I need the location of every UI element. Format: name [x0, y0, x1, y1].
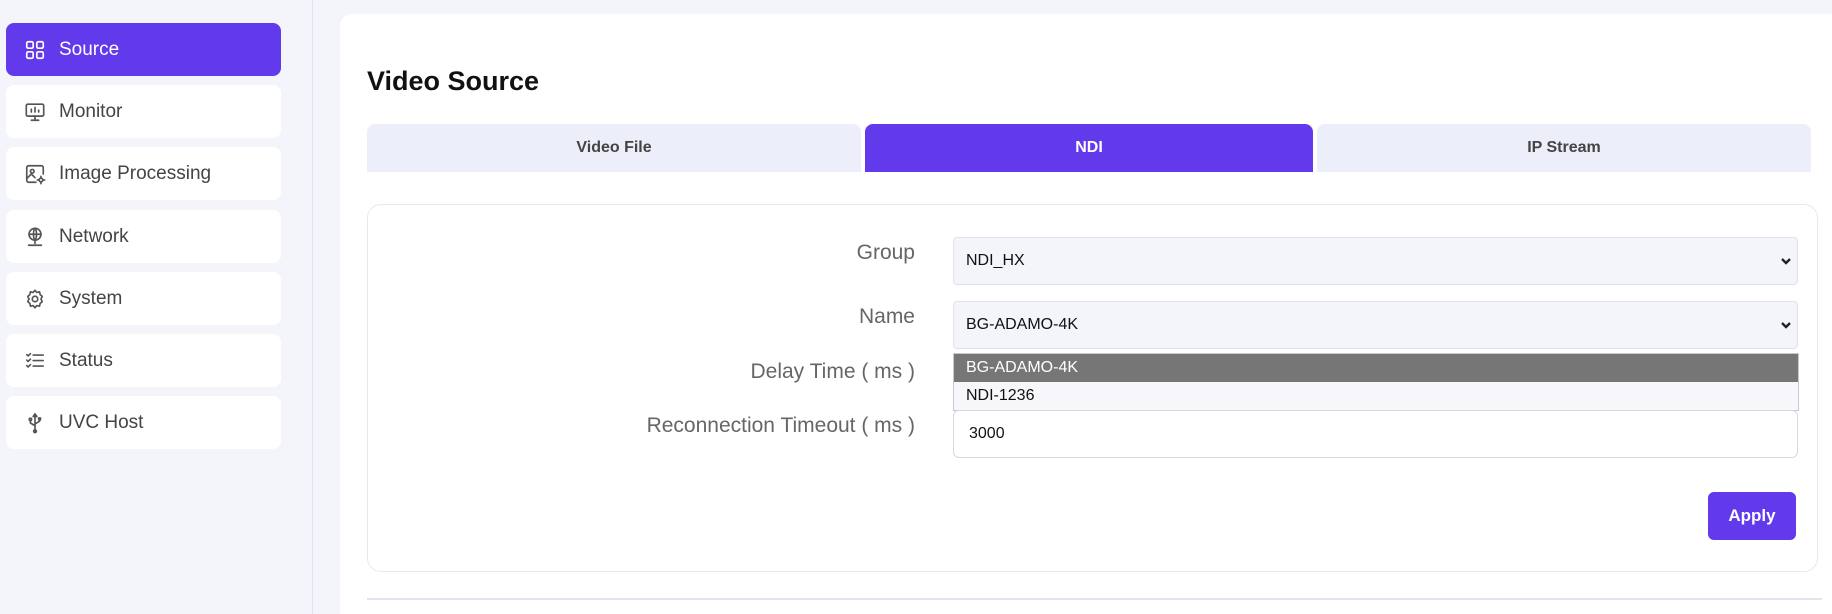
dropdown-option[interactable]: NDI-1236 [954, 382, 1798, 410]
ndi-settings-panel: Group NDI_HX Name BG-ADAMO-4K BG-ADAMO-4… [367, 204, 1818, 572]
apply-button[interactable]: Apply [1708, 492, 1796, 540]
name-select-value: BG-ADAMO-4K [966, 316, 1079, 333]
image-settings-icon [24, 163, 46, 185]
name-dropdown-list: BG-ADAMO-4K NDI-1236 [953, 353, 1799, 411]
sidebar-item-label: Status [59, 349, 113, 371]
gear-icon [24, 288, 46, 310]
tab-ip-stream[interactable]: IP Stream [1317, 124, 1811, 172]
sidebar-item-status[interactable]: Status [6, 334, 281, 387]
checklist-icon [24, 350, 46, 372]
reconnection-timeout-input[interactable]: 3000 [953, 410, 1798, 458]
reconnection-timeout-value: 3000 [969, 425, 1005, 442]
sidebar-item-system[interactable]: System [6, 272, 281, 325]
chevron-down-icon [1779, 254, 1793, 268]
sidebar: Source Monitor Image Processing Network … [0, 0, 313, 614]
sidebar-item-label: Source [59, 38, 120, 60]
usb-icon [24, 412, 46, 434]
name-label: Name [858, 305, 915, 328]
page-title: Video Source [367, 66, 540, 96]
sidebar-item-monitor[interactable]: Monitor [6, 85, 281, 138]
sidebar-item-label: Monitor [59, 100, 123, 122]
sidebar-item-source[interactable]: Source [6, 23, 281, 76]
sidebar-item-label: System [59, 287, 123, 309]
divider [367, 598, 1822, 600]
chevron-down-icon [1779, 318, 1793, 332]
group-select[interactable]: NDI_HX [953, 237, 1798, 285]
grid-icon [24, 39, 46, 61]
reconnection-timeout-label: Reconnection Timeout ( ms ) [646, 414, 915, 437]
sidebar-item-image-processing[interactable]: Image Processing [6, 147, 281, 200]
sidebar-item-label: UVC Host [59, 411, 144, 433]
name-select[interactable]: BG-ADAMO-4K [953, 301, 1798, 349]
monitor-icon [24, 101, 46, 123]
tab-ndi[interactable]: NDI [865, 124, 1313, 172]
group-select-value: NDI_HX [966, 252, 1025, 269]
dropdown-option[interactable]: BG-ADAMO-4K [954, 354, 1798, 382]
sidebar-item-network[interactable]: Network [6, 210, 281, 263]
sidebar-item-label: Network [59, 225, 129, 247]
group-label: Group [856, 241, 915, 264]
sidebar-item-label: Image Processing [59, 162, 212, 184]
sidebar-item-uvc-host[interactable]: UVC Host [6, 396, 281, 449]
delay-time-label: Delay Time ( ms ) [750, 360, 915, 383]
tab-video-file[interactable]: Video File [367, 124, 861, 172]
globe-network-icon [24, 226, 46, 248]
main-card: Video Source Video File NDI IP Stream Gr… [340, 14, 1832, 614]
source-tabs: Video File NDI IP Stream [367, 124, 1821, 172]
